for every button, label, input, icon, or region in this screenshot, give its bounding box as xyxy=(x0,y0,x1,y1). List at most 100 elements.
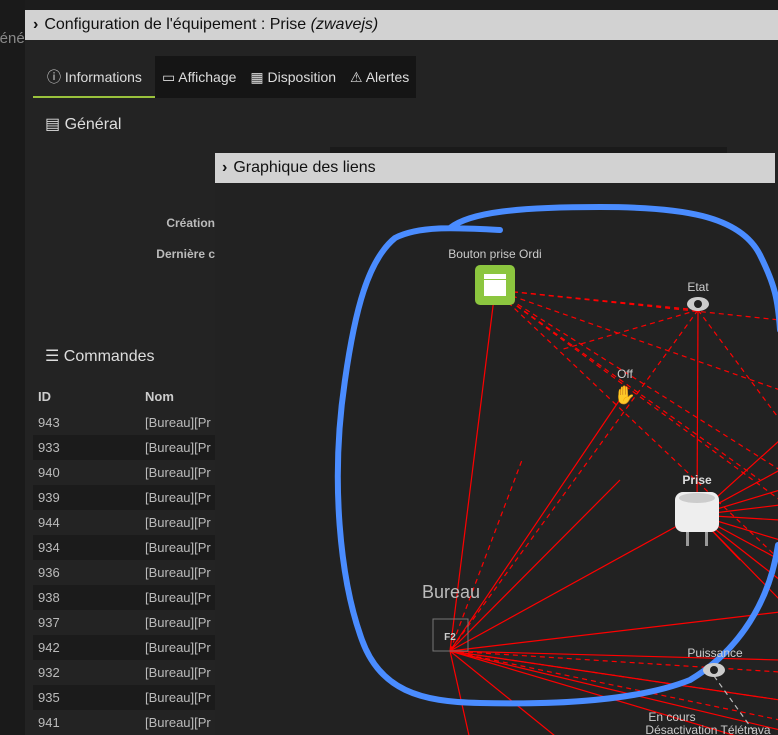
table-row[interactable]: 944 [Bureau][Pr xyxy=(33,510,223,535)
background-sidebar: Généra xyxy=(0,0,38,735)
tab-bar: ⓘ Informations ▭ Affichage ▦ Disposition… xyxy=(33,56,417,98)
list-icon: ☰ xyxy=(45,348,64,365)
section-title: Général xyxy=(64,116,122,133)
section-title: Commandes xyxy=(63,348,155,365)
chevron-right-icon: › xyxy=(222,159,228,176)
command-name: [Bureau][Pr xyxy=(140,635,223,660)
graph-link xyxy=(449,650,470,735)
panel-header[interactable]: › Graphique des liens xyxy=(215,153,775,183)
creation-label: Création xyxy=(166,216,215,230)
graph-link xyxy=(449,459,523,652)
command-id: 932 xyxy=(38,665,60,680)
table-row[interactable]: 934 [Bureau][Pr xyxy=(33,535,223,560)
table-row[interactable]: 936 [Bureau][Pr xyxy=(33,560,223,585)
command-name: [Bureau][Pr xyxy=(140,435,223,460)
command-name: [Bureau][Pr xyxy=(140,535,223,560)
node-bouton[interactable]: Bouton prise Ordi xyxy=(448,247,542,305)
eye-icon xyxy=(687,297,709,311)
object-icon-text: F2 xyxy=(444,632,456,643)
node-off[interactable]: Off ✋ xyxy=(614,367,636,405)
commands-table: ID Nom 943 [Bureau][Pr 933 [Bureau][Pr 940 [Bu… xyxy=(33,383,223,735)
tab-disposition[interactable]: ▦ Disposition xyxy=(243,56,344,98)
tab-label: Informations xyxy=(64,69,142,85)
node-desactivation-label[interactable]: Désactivation Télétrava xyxy=(645,723,771,735)
graph-link xyxy=(449,391,626,652)
node-label: Bouton prise Ordi xyxy=(448,247,541,261)
graph-link xyxy=(494,289,778,390)
table-row[interactable]: 941 [Bureau][Pr xyxy=(33,710,223,735)
command-name: [Bureau][Pr xyxy=(145,565,211,580)
command-id: 934 xyxy=(33,535,140,560)
tab-informations[interactable]: ⓘ Informations xyxy=(33,56,155,98)
command-name: [Bureau][Pr xyxy=(140,485,223,510)
node-etat[interactable]: Etat xyxy=(687,280,709,311)
command-id: 933 xyxy=(33,435,140,460)
last-update-label: Dernière c xyxy=(156,247,215,261)
tab-affichage[interactable]: ▭ Affichage xyxy=(154,56,244,98)
command-id: 936 xyxy=(38,565,60,580)
tab-label: Disposition xyxy=(267,69,337,85)
node-encours-label[interactable]: En cours xyxy=(648,710,695,724)
tab-label: Alertes xyxy=(365,69,410,85)
column-header-id: ID xyxy=(38,389,51,404)
graph-link xyxy=(494,289,778,500)
node-label: Etat xyxy=(687,280,709,294)
chevron-right-icon: › xyxy=(33,16,39,33)
command-id: 937 xyxy=(38,615,60,630)
command-id: 940 xyxy=(38,465,60,480)
command-name: [Bureau][Pr xyxy=(140,685,223,710)
command-name: [Bureau][Pr xyxy=(145,515,211,530)
graph-link xyxy=(449,514,698,652)
section-general: ▤ Général xyxy=(45,114,121,134)
node-label: Puissance xyxy=(687,646,743,660)
modal-plugin: (zwavejs) xyxy=(310,16,379,33)
eye-icon xyxy=(703,663,725,677)
tab-label: Affichage xyxy=(178,69,237,85)
node-label: Prise xyxy=(682,473,712,487)
table-row[interactable]: 938 [Bureau][Pr xyxy=(33,585,223,610)
node-bureau[interactable]: Bureau F2 xyxy=(422,582,480,652)
links-graph-panel: › Graphique des liens Bouton prise Ordi E… xyxy=(215,153,778,735)
table-row[interactable]: 933 [Bureau][Pr xyxy=(33,435,223,460)
modal-title: Configuration de l'équipement : Prise xyxy=(44,16,307,33)
node-prise[interactable]: Prise xyxy=(675,473,719,546)
table-row[interactable]: 943 [Bureau][Pr xyxy=(33,410,223,435)
command-name: [Bureau][Pr xyxy=(140,585,223,610)
command-id: 943 xyxy=(38,415,60,430)
panel-title: Graphique des liens xyxy=(233,159,376,176)
annotation-circle xyxy=(334,203,778,707)
graph-link xyxy=(449,309,699,652)
links-graph[interactable]: Bouton prise Ordi Etat Off ✋ Prise Burea… xyxy=(215,183,778,735)
hand-icon: ✋ xyxy=(614,384,636,405)
table-row[interactable]: 942 [Bureau][Pr xyxy=(33,635,223,660)
command-id: 942 xyxy=(33,635,140,660)
command-name: [Bureau][Pr xyxy=(145,665,211,680)
section-commandes: ☰ Commandes xyxy=(45,346,155,366)
graph-link xyxy=(494,289,778,559)
graph-link xyxy=(494,289,778,470)
graph-link xyxy=(449,479,621,652)
command-id: 935 xyxy=(33,685,140,710)
monitor-icon: ▭ xyxy=(161,69,179,85)
command-id: 944 xyxy=(38,515,60,530)
table-row[interactable]: 940 [Bureau][Pr xyxy=(33,460,223,485)
modal-header[interactable]: › Configuration de l'équipement : Prise (… xyxy=(25,10,778,40)
command-name: [Bureau][Pr xyxy=(145,465,211,480)
grid-icon: ▦ xyxy=(250,69,268,85)
warning-icon: ⚠ xyxy=(350,69,366,85)
command-id: 939 xyxy=(33,485,140,510)
table-row[interactable]: 932 [Bureau][Pr xyxy=(33,660,223,685)
node-label: Off xyxy=(617,367,633,381)
command-name: [Bureau][Pr xyxy=(145,615,211,630)
plug-icon xyxy=(675,492,719,546)
table-row[interactable]: 937 [Bureau][Pr xyxy=(33,610,223,635)
table-row[interactable]: 939 [Bureau][Pr xyxy=(33,485,223,510)
clipboard-icon: ▤ xyxy=(45,116,65,133)
node-label: Bureau xyxy=(422,582,480,602)
command-id: 941 xyxy=(38,715,60,730)
info-circle-icon: ⓘ xyxy=(47,69,65,85)
command-name: [Bureau][Pr xyxy=(145,415,211,430)
tab-alertes[interactable]: ⚠ Alertes xyxy=(343,56,417,98)
table-row[interactable]: 935 [Bureau][Pr xyxy=(33,685,223,710)
command-id: 938 xyxy=(33,585,140,610)
